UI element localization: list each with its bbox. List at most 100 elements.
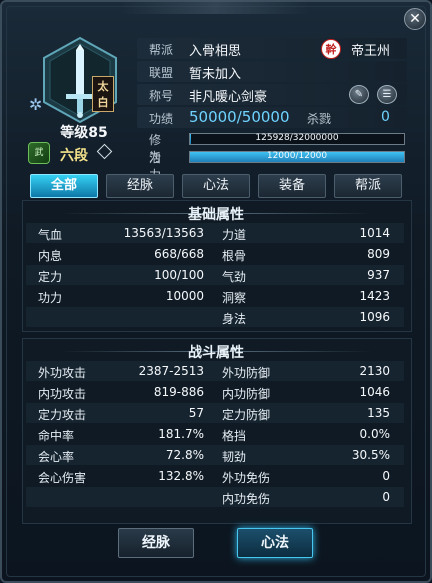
title-value: 非凡暖心剑豪 bbox=[189, 90, 268, 105]
battle-stat-right-label: 定力防御 bbox=[222, 408, 271, 422]
basic-stat-right-label: 气劲 bbox=[222, 270, 247, 284]
battle-stat-right-label: 外功防御 bbox=[222, 366, 271, 380]
battle-stat-right-row: 内功免伤 0 bbox=[222, 488, 390, 508]
battle-stat-right-label: 外功免伤 bbox=[222, 471, 271, 485]
basic-stat-left-label: 气血 bbox=[38, 228, 63, 242]
guild-emblem-icon: 幹 bbox=[321, 39, 341, 59]
league-value: 暂未加入 bbox=[189, 67, 242, 82]
battle-stat-left-value: 819-886 bbox=[153, 385, 204, 399]
basic-stat-right-row: 气劲 937 bbox=[222, 266, 390, 286]
mental-button[interactable]: 心法 bbox=[237, 528, 313, 558]
basic-stat-right-value: 809 bbox=[367, 247, 390, 261]
basic-stat-right-value: 1014 bbox=[359, 226, 390, 240]
battle-stat-right-value: 0 bbox=[382, 469, 390, 483]
basic-stat-right-value: 1096 bbox=[359, 310, 390, 324]
battle-stat-right-label: 韧劲 bbox=[222, 450, 247, 464]
battle-stat-left-row: 命中率 181.7% bbox=[38, 425, 204, 445]
battle-stat-right-value: 135 bbox=[367, 406, 390, 420]
battle-stat-right-value: 0 bbox=[382, 490, 390, 504]
battle-stat-right-row: 内功防御 1046 bbox=[222, 383, 390, 403]
vitality-bar: 12000/12000 bbox=[189, 151, 405, 163]
battle-stat-right-value: 0.0% bbox=[359, 427, 391, 441]
battle-stat-left-label: 命中率 bbox=[38, 429, 75, 443]
battle-stat-left-label: 内功攻击 bbox=[38, 387, 87, 401]
battle-stat-right-label: 内功防御 bbox=[222, 387, 271, 401]
tab-equipment[interactable]: 装备 bbox=[258, 174, 326, 198]
battle-stat-right-value: 2130 bbox=[359, 364, 390, 378]
rank-text: 六段 bbox=[60, 148, 88, 164]
sect-seal: 太白 bbox=[92, 76, 114, 112]
battle-stat-left-label: 外功攻击 bbox=[38, 366, 87, 380]
basic-title: 基础属性 bbox=[188, 207, 244, 223]
battle-stat-right-row: 韧劲 30.5% bbox=[222, 446, 390, 466]
battle-stat-right-label: 内功免伤 bbox=[222, 492, 271, 506]
basic-stat-left-label: 定力 bbox=[38, 270, 63, 284]
league-row: 联盟 暂未加入 bbox=[137, 61, 407, 82]
tab-all[interactable]: 全部 bbox=[30, 174, 98, 198]
top-ornament bbox=[120, 0, 310, 14]
basic-stat-right-value: 1423 bbox=[359, 289, 390, 303]
battle-stat-left-value: 2387-2513 bbox=[138, 364, 204, 378]
guild-value[interactable]: 入骨相思 bbox=[189, 40, 241, 59]
battle-stat-left-row: 定力攻击 57 bbox=[38, 404, 204, 424]
title-row: 称号 非凡暖心剑豪 ✎ ☰ bbox=[137, 84, 407, 105]
battle-stat-left-value: 72.8% bbox=[165, 448, 204, 462]
close-icon[interactable]: ✕ bbox=[404, 8, 426, 30]
basic-stat-left-label: 内息 bbox=[38, 249, 63, 263]
level-text: 等级85 bbox=[60, 125, 108, 141]
basic-stat-right-label: 洞察 bbox=[222, 291, 247, 305]
battle-stat-right-row: 外功免伤 0 bbox=[222, 467, 390, 487]
battle-stat-left-value: 132.8% bbox=[158, 469, 204, 483]
battle-stat-left-row: 内功攻击 819-886 bbox=[38, 383, 204, 403]
battle-stat-right-label: 格挡 bbox=[222, 429, 247, 443]
battle-stat-left-label: 会心率 bbox=[38, 450, 75, 464]
edit-title-icon[interactable]: ✎ bbox=[349, 85, 369, 104]
basic-stat-right-label: 根骨 bbox=[222, 249, 247, 263]
basic-stat-left-row: 气血 13563/13563 bbox=[38, 224, 204, 244]
battle-stat-left-row: 会心伤害 132.8% bbox=[38, 467, 204, 487]
battle-stat-left-value: 57 bbox=[188, 406, 204, 420]
battle-stat-right-row: 外功防御 2130 bbox=[222, 362, 390, 382]
cultivation-text: 125928/32000000 bbox=[255, 133, 339, 143]
basic-stat-left-value: 100/100 bbox=[154, 268, 204, 282]
basic-stat-right-row: 力道 1014 bbox=[222, 224, 390, 244]
server-name: 帝王州 bbox=[351, 44, 391, 59]
merit-row: 功绩 50000/50000 杀戮 0 bbox=[137, 107, 407, 128]
battle-stat-left-row: 外功攻击 2387-2513 bbox=[38, 362, 204, 382]
rank-icon: 武 bbox=[28, 142, 50, 164]
kill-label: 杀戮 bbox=[307, 112, 332, 126]
guild-row: 帮派 入骨相思 幹 帝王州 bbox=[137, 38, 407, 59]
battle-stat-left-label: 定力攻击 bbox=[38, 408, 87, 422]
tab-meridian[interactable]: 经脉 bbox=[106, 174, 174, 198]
battle-stat-right-value: 1046 bbox=[359, 385, 390, 399]
battle-stat-right-row: 格挡 0.0% bbox=[222, 425, 390, 445]
basic-stat-left-value: 668/668 bbox=[154, 247, 204, 261]
basic-stat-left-row: 定力 100/100 bbox=[38, 266, 204, 286]
basic-stat-left-row: 功力 10000 bbox=[38, 287, 204, 307]
battle-stat-right-row: 定力防御 135 bbox=[222, 404, 390, 424]
basic-stat-left-value: 13563/13563 bbox=[123, 226, 204, 240]
league-label: 联盟 bbox=[149, 66, 174, 80]
basic-stat-right-row: 根骨 809 bbox=[222, 245, 390, 265]
vitality-text: 12000/12000 bbox=[266, 151, 328, 161]
cultivation-bar: 125928/32000000 bbox=[189, 133, 405, 145]
tab-bar: 全部 经脉 心法 装备 帮派 bbox=[30, 174, 402, 198]
merit-label: 功绩 bbox=[149, 112, 174, 126]
meridian-button[interactable]: 经脉 bbox=[118, 528, 194, 558]
battle-stat-left-label: 会心伤害 bbox=[38, 471, 87, 485]
tab-mental[interactable]: 心法 bbox=[182, 174, 250, 198]
title-label: 称号 bbox=[149, 89, 174, 103]
basic-stat-right-row: 洞察 1423 bbox=[222, 287, 390, 307]
basic-stat-right-row: 身法 1096 bbox=[222, 308, 390, 328]
battle-stat-right-value: 30.5% bbox=[351, 448, 390, 462]
basic-stat-left-value: 10000 bbox=[165, 289, 204, 303]
battle-title: 战斗属性 bbox=[188, 345, 244, 361]
basic-stat-left-row: 内息 668/668 bbox=[38, 245, 204, 265]
guild-label: 帮派 bbox=[149, 43, 174, 57]
kill-value: 0 bbox=[381, 109, 390, 125]
snowflake-icon: ✲ bbox=[29, 95, 43, 114]
tab-guild[interactable]: 帮派 bbox=[334, 174, 402, 198]
title-list-icon[interactable]: ☰ bbox=[377, 85, 397, 104]
basic-stat-right-label: 身法 bbox=[222, 312, 247, 326]
basic-stat-right-label: 力道 bbox=[222, 228, 247, 242]
